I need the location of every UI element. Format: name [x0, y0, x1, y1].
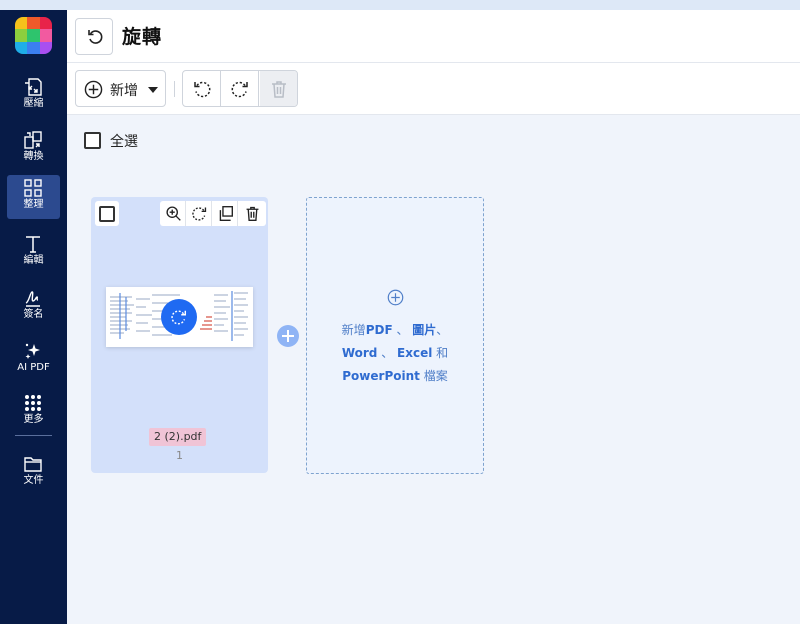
- sidebar-item-ai-pdf[interactable]: AI PDF: [7, 338, 60, 382]
- dropzone-separator: 、: [377, 346, 398, 360]
- checkbox[interactable]: [84, 132, 101, 149]
- rotate-file-button[interactable]: [186, 201, 212, 226]
- rotate-cw-icon: [171, 310, 187, 325]
- dropzone-images: 圖片: [412, 323, 437, 337]
- dropzone-excel: Excel: [397, 346, 433, 360]
- dropzone-text: 新增PDF 、 圖片、 Word 、 Excel 和 PowerPoint 檔案: [307, 319, 483, 388]
- file-card-checkbox[interactable]: [95, 201, 119, 226]
- sidebar: 壓縮 轉換 整理 編輯 簽名 AI PDF 更多 文件: [0, 10, 67, 624]
- toolbar: 新增: [67, 63, 800, 115]
- sidebar-item-label: 壓縮: [23, 98, 44, 109]
- convert-icon: [24, 131, 42, 149]
- rotate-ccw-icon: [194, 81, 211, 98]
- rotate-right-button[interactable]: [221, 71, 259, 106]
- select-all-checkbox[interactable]: 全選: [84, 131, 204, 151]
- rotate-cw-icon: [231, 81, 248, 98]
- rotate-cw-icon: [192, 207, 207, 221]
- sidebar-item-sign[interactable]: 簽名: [7, 285, 60, 329]
- sidebar-item-label: 文件: [23, 475, 44, 486]
- sidebar-item-edit[interactable]: 編輯: [7, 231, 60, 275]
- toolbar-divider: [174, 81, 175, 97]
- delete-button[interactable]: [260, 71, 297, 106]
- dropzone-powerpoint: PowerPoint: [342, 369, 420, 383]
- plus-circle-icon: [84, 80, 103, 99]
- file-card[interactable]: 2 (2).pdf 1: [91, 197, 268, 473]
- sidebar-item-more[interactable]: 更多: [7, 390, 60, 434]
- sidebar-item-organize[interactable]: 整理: [7, 175, 60, 219]
- insert-file-button[interactable]: [277, 325, 299, 347]
- trash-icon: [246, 206, 259, 221]
- rotate-button-group: [182, 70, 298, 107]
- dropzone-pdf: PDF: [365, 323, 393, 337]
- sidebar-item-label: 整理: [23, 199, 44, 210]
- dropzone-separator: 、: [392, 323, 413, 337]
- sidebar-item-label: 更多: [23, 414, 44, 425]
- filename-badge: 2 (2).pdf: [149, 428, 207, 446]
- compress-icon: [25, 78, 42, 96]
- add-button[interactable]: 新增: [75, 70, 166, 107]
- trash-icon: [272, 81, 286, 98]
- top-strip: [0, 0, 800, 10]
- add-button-label: 新增: [110, 83, 138, 99]
- back-button[interactable]: [75, 18, 113, 55]
- page-header: 旋轉: [67, 10, 800, 63]
- sidebar-item-label: AI PDF: [17, 362, 50, 373]
- plus-circle-icon: [387, 289, 404, 306]
- dropzone-prefix: 新增: [341, 323, 366, 337]
- folder-icon: [24, 457, 42, 472]
- rotate-left-button[interactable]: [183, 71, 221, 106]
- chevron-down-icon: [148, 87, 158, 93]
- dropzone-word: Word: [341, 346, 378, 360]
- undo-arrow-icon: [88, 30, 103, 44]
- file-card-toolbar: [160, 201, 266, 226]
- copy-icon: [219, 206, 233, 221]
- sidebar-item-compress[interactable]: 壓縮: [7, 74, 60, 118]
- rotate-page-button[interactable]: [161, 299, 197, 335]
- sidebar-divider: [15, 435, 52, 436]
- plus-icon: [282, 330, 294, 342]
- dropzone-separator: 、: [436, 323, 449, 337]
- duplicate-button[interactable]: [212, 201, 238, 226]
- ai-sparkle-icon: [25, 343, 40, 359]
- sidebar-item-label: 編輯: [23, 255, 44, 266]
- grid-dots-icon: [25, 395, 41, 411]
- sidebar-item-label: 簽名: [23, 309, 44, 320]
- page-title: 旋轉: [122, 26, 163, 48]
- sidebar-item-documents[interactable]: 文件: [7, 451, 60, 495]
- edit-text-icon: [26, 236, 40, 253]
- select-all-label: 全選: [110, 134, 138, 150]
- signature-icon: [25, 291, 40, 307]
- organize-icon: [24, 179, 42, 197]
- dropzone-files: 檔案: [419, 369, 448, 383]
- add-files-dropzone[interactable]: 新增PDF 、 圖片、 Word 、 Excel 和 PowerPoint 檔案: [306, 197, 484, 474]
- app-logo[interactable]: [15, 17, 52, 54]
- sidebar-item-convert[interactable]: 轉換: [7, 127, 60, 171]
- zoom-in-icon: [166, 206, 181, 221]
- page-number: 1: [176, 449, 183, 462]
- sidebar-item-label: 轉換: [23, 151, 44, 162]
- delete-file-button[interactable]: [239, 201, 265, 226]
- dropzone-and: 和: [432, 346, 449, 360]
- zoom-button[interactable]: [160, 201, 186, 226]
